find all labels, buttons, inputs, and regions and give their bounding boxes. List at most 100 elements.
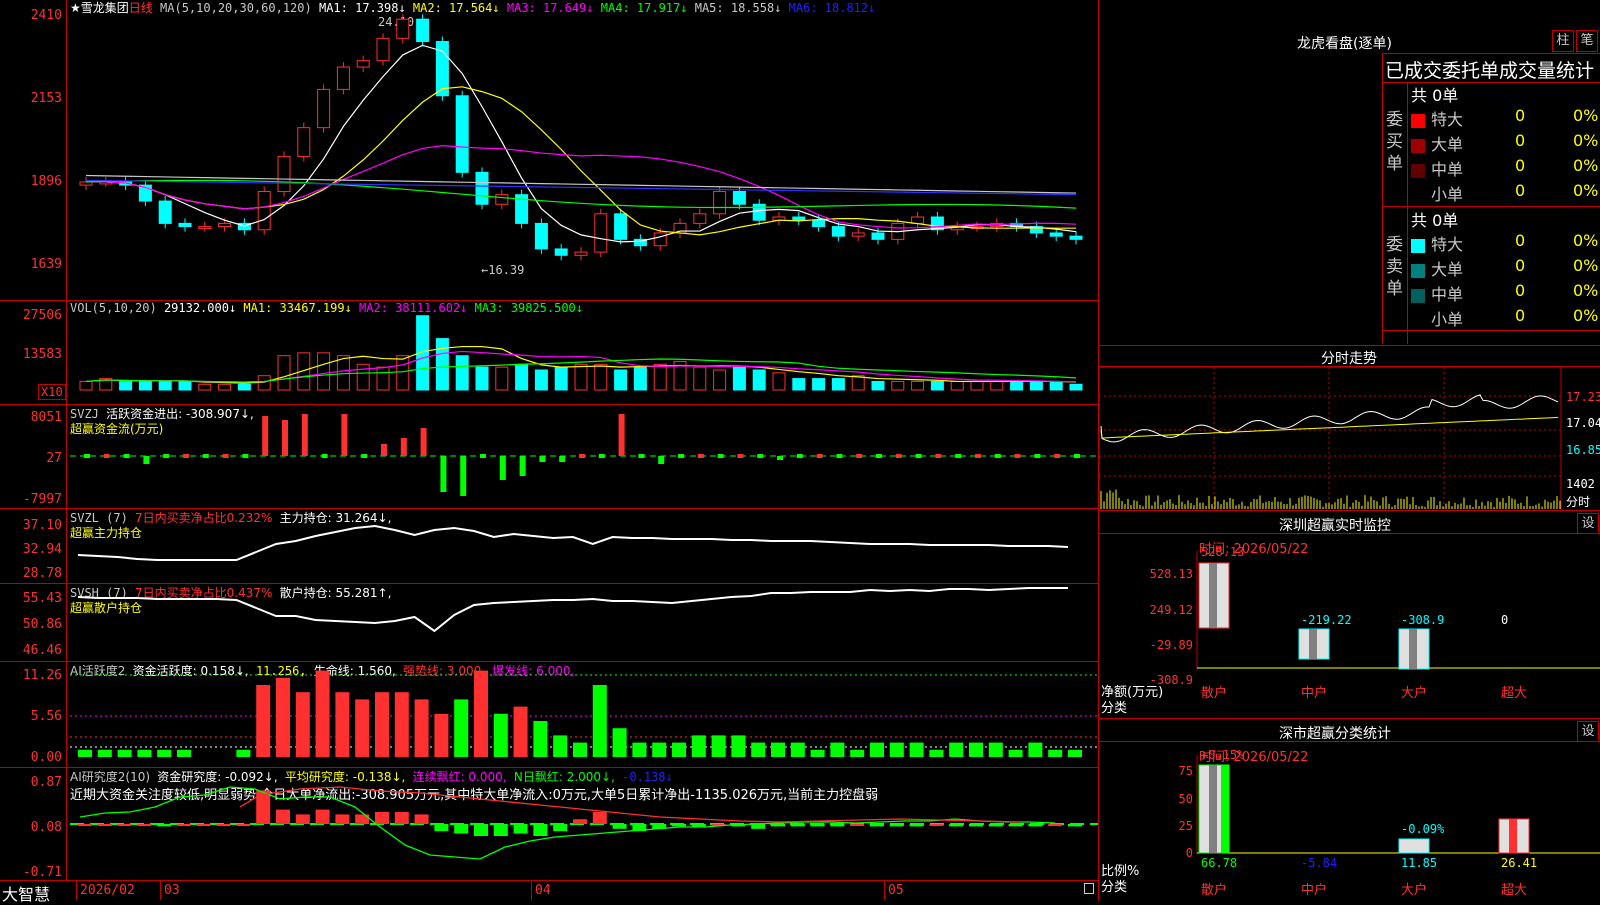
research-bar	[414, 814, 429, 824]
candle	[257, 190, 271, 231]
ma2-line	[86, 86, 1076, 236]
candle	[297, 127, 311, 157]
activity-bar	[97, 749, 112, 757]
sz-stats-panel[interactable]: 深市超赢分类统计 设 时间: 2026/05/22 75 50 25 0 比例%…	[1098, 718, 1600, 901]
activity-bar	[177, 749, 191, 757]
sz-monitor-panel[interactable]: 深圳超赢实时监控 设 时间: 2026/05/22 528.13 249.12 …	[1098, 510, 1600, 719]
flow-bar	[618, 414, 625, 456]
candle	[455, 95, 469, 173]
intraday-chart	[1099, 366, 1562, 511]
activity-bar	[553, 735, 568, 757]
axis-divider	[160, 880, 161, 900]
volume-bar	[1029, 380, 1043, 391]
research-bar	[454, 824, 469, 834]
flow-bar	[143, 456, 150, 464]
svzj-pane[interactable]: SVZJ 活跃资金进出: -308.907↓, 超赢资金流(万元) 8051 2…	[0, 404, 1098, 509]
ai-activity-pane[interactable]: AI活跃度2 资金活跃度: 0.158↓, 11.256, 生命线: 1.560…	[0, 661, 1098, 768]
lhb-panel[interactable]: 龙虎看盘(逐单) 柱 笔 已成交委托单成交量统计 委买单 委卖单 共 0单 特大…	[1098, 0, 1600, 345]
value-label: 528.13	[1201, 545, 1244, 559]
bar-retail-shade	[1209, 765, 1217, 853]
volume-bar	[594, 363, 608, 391]
volume-bar	[713, 369, 727, 391]
legend-swatch	[1411, 188, 1425, 203]
research-bar	[493, 824, 508, 836]
main-force-line	[77, 524, 1069, 561]
lhb-table: 已成交委托单成交量统计 委买单 委卖单 共 0单 特大 0 0% 大单 0 0% 中单 0 0%…	[1382, 53, 1600, 344]
research-bar	[850, 824, 865, 826]
ai-research-pane[interactable]: AI研究度2(10) 资金研究度: -0.092↓, 平均研究度: -0.138…	[0, 767, 1098, 881]
order-type-label: 小单	[1431, 310, 1464, 329]
order-count: 0	[1515, 106, 1526, 125]
research-bar	[1028, 824, 1043, 827]
activity-bar	[711, 735, 726, 757]
y-axis-line	[66, 0, 67, 880]
volume-bar	[475, 366, 489, 391]
research-bar	[394, 812, 409, 824]
divider	[1383, 330, 1600, 331]
legend-swatch	[1411, 263, 1425, 278]
svsh-pane[interactable]: SVSH (7) 7日内买卖净占比0.437% 散户持仓: 55.281↑, 超…	[0, 583, 1098, 662]
research-bar	[157, 824, 172, 827]
value-label: 11.85	[1401, 856, 1437, 870]
chart-frame	[1099, 366, 1562, 511]
activity-bar	[870, 742, 884, 757]
flow-bar	[480, 454, 486, 458]
ma6-line	[85, 179, 1077, 196]
research-bar	[533, 824, 548, 836]
activity-bar	[117, 749, 132, 757]
candle	[792, 216, 806, 221]
candle	[475, 171, 489, 205]
candle	[554, 248, 568, 256]
intraday-panel[interactable]: 分时走势 17.23 17.04 16.85 1402 分时	[1098, 345, 1600, 511]
bar-view-button[interactable]: 柱	[1552, 30, 1574, 52]
value-label: 26.41	[1501, 856, 1537, 870]
bar-mid-shade	[1309, 629, 1317, 659]
research-bar	[434, 824, 449, 832]
flow-bar	[282, 420, 288, 456]
order-type-label: 特大	[1431, 110, 1464, 129]
bar-super-shade	[1509, 819, 1517, 853]
month-label: 05	[888, 883, 904, 898]
candle	[911, 216, 925, 224]
activity-bar	[474, 670, 488, 757]
axis-divider	[884, 880, 885, 900]
flow-bar	[301, 414, 308, 456]
flow-bar	[183, 454, 189, 458]
activity-bar	[335, 692, 350, 757]
flow-bar	[836, 454, 843, 458]
svzl-pane[interactable]: SVZL (7) 7日内买卖净占比0.232% 主力持仓: 31.264↓, 超…	[0, 508, 1098, 584]
order-count: 0	[1515, 231, 1526, 250]
value-label: -308.9	[1401, 613, 1444, 627]
volume-bar	[79, 380, 93, 391]
research-bar	[870, 824, 884, 827]
lock-icon[interactable]	[1084, 883, 1094, 894]
order-row: 大单	[1411, 256, 1463, 280]
volume-pane[interactable]: VOL(5,10,20) 29132.000↓ MA1: 33467.199↓ …	[0, 300, 1098, 405]
order-type-label: 中单	[1431, 285, 1464, 304]
main-force-line	[77, 524, 1069, 561]
candle	[574, 251, 588, 256]
volume-bar	[435, 338, 449, 391]
order-percent: 0%	[1573, 131, 1599, 150]
flow-bar	[579, 454, 585, 458]
candle	[812, 219, 826, 228]
category-label: 大户	[1401, 882, 1427, 898]
activity-bar	[414, 699, 429, 757]
volume-bar	[376, 366, 390, 391]
tick-view-button[interactable]: 笔	[1576, 30, 1598, 52]
axis-divider	[531, 880, 532, 900]
flow-bar	[1014, 454, 1021, 458]
kline-pane[interactable]: ★雪龙集团日线 MA(5,10,20,30,60,120) MA1: 17.39…	[0, 0, 1098, 301]
research-bar	[97, 824, 112, 826]
flow-bar	[994, 454, 1001, 458]
flow-bar	[499, 456, 506, 480]
order-count: 0	[1515, 281, 1526, 300]
activity-bar	[394, 692, 409, 757]
volume-bar	[614, 369, 628, 391]
category-label: 超大	[1501, 686, 1527, 701]
volume-bar	[515, 363, 529, 391]
volume-bar	[831, 378, 845, 391]
flow-bar	[440, 456, 447, 492]
research-line	[79, 786, 1056, 860]
candlestick-chart[interactable]	[0, 0, 1098, 300]
